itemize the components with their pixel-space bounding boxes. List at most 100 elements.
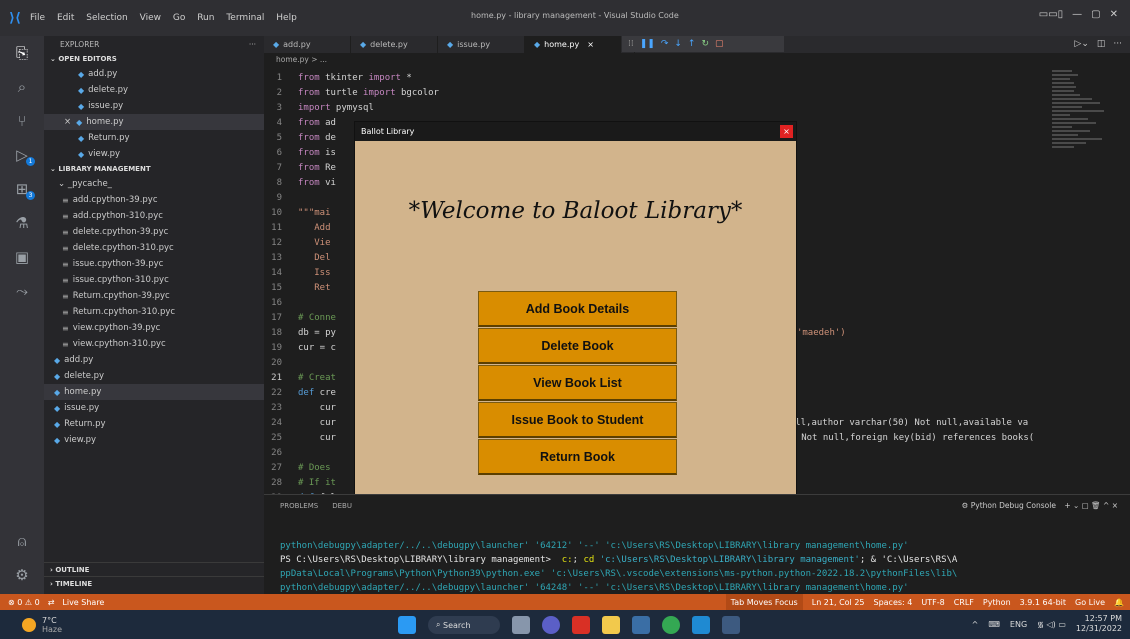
menu-edit[interactable]: Edit bbox=[57, 13, 74, 23]
close-editor-icon[interactable]: × bbox=[64, 117, 71, 127]
dialog-close-button[interactable]: × bbox=[780, 125, 793, 138]
add-book-details-button[interactable]: Add Book Details bbox=[478, 291, 677, 327]
split-editor-icon[interactable]: ◫ bbox=[1097, 39, 1106, 49]
task-view-icon[interactable] bbox=[512, 616, 530, 634]
chevron-up-icon[interactable]: ^ bbox=[972, 620, 979, 629]
pyc-file-item[interactable]: ≡ view.cpython-39.pyc bbox=[44, 320, 264, 336]
language-mode[interactable]: Python bbox=[983, 598, 1011, 607]
settings-gear-icon[interactable]: ⚙ bbox=[0, 558, 44, 592]
tab-add[interactable]: ◆ add.py bbox=[264, 36, 351, 53]
issue-book-button[interactable]: Issue Book to Student bbox=[478, 402, 677, 438]
open-editor-item-active[interactable]: × ◆ home.py bbox=[44, 114, 264, 130]
tab-delete[interactable]: ◆ delete.py bbox=[351, 36, 438, 53]
keyboard-icon[interactable]: ⌨ bbox=[988, 620, 1000, 629]
pyc-file-item[interactable]: ≡ Return.cpython-39.pyc bbox=[44, 288, 264, 304]
cursor-position[interactable]: Ln 21, Col 25 bbox=[812, 598, 865, 607]
project-file-item[interactable]: ◆ delete.py bbox=[44, 368, 264, 384]
step-into-icon[interactable]: ↓ bbox=[674, 39, 682, 49]
vscode-taskbar-icon[interactable] bbox=[692, 616, 710, 634]
weather-widget[interactable]: 7°C Haze bbox=[22, 616, 62, 634]
restart-icon[interactable]: ↻ bbox=[701, 39, 709, 49]
live-share-status[interactable]: Live Share bbox=[62, 598, 104, 607]
more-actions-icon[interactable]: ··· bbox=[1113, 39, 1122, 49]
python-interpreter[interactable]: 3.9.1 64-bit bbox=[1020, 598, 1066, 607]
line-endings[interactable]: CRLF bbox=[954, 598, 974, 607]
project-file-item-active[interactable]: ◆ home.py bbox=[44, 384, 264, 400]
outline-section[interactable]: › OUTLINE bbox=[44, 562, 264, 576]
menu-file[interactable]: File bbox=[30, 13, 45, 23]
layout-icon[interactable]: ▭▭▯ bbox=[1039, 9, 1063, 20]
open-editor-item[interactable]: ◆ issue.py bbox=[44, 98, 264, 114]
notifications-icon[interactable]: 🔔 bbox=[1114, 598, 1124, 607]
chrome-icon[interactable] bbox=[662, 616, 680, 634]
terminal-output[interactable]: python\debugpy\adapter/../..\debugpy\lau… bbox=[280, 525, 1100, 595]
open-editor-item[interactable]: ◆ delete.py bbox=[44, 82, 264, 98]
remote-explorer-icon[interactable]: ▣ bbox=[0, 240, 44, 274]
acrobat-icon[interactable] bbox=[572, 616, 590, 634]
file-explorer-icon[interactable] bbox=[602, 616, 620, 634]
taskbar-search[interactable]: ⌕ Search bbox=[428, 616, 500, 634]
project-file-item[interactable]: ◆ view.py bbox=[44, 432, 264, 448]
step-out-icon[interactable]: ↑ bbox=[688, 39, 696, 49]
return-book-button[interactable]: Return Book bbox=[478, 439, 677, 475]
live-share-icon[interactable]: ⤳ bbox=[0, 274, 44, 308]
wifi-volume-battery-icons[interactable]: ᯾ ◁) ▭ bbox=[1037, 619, 1066, 630]
explorer-more-icon[interactable]: ··· bbox=[249, 40, 256, 49]
run-file-icon[interactable]: ▷⌄ bbox=[1074, 39, 1088, 49]
share-icon[interactable]: ⇄ bbox=[48, 598, 55, 607]
testing-icon[interactable]: ⚗ bbox=[0, 206, 44, 240]
source-control-icon[interactable]: ⑂ bbox=[0, 104, 44, 138]
open-editor-item[interactable]: ◆ Return.py bbox=[44, 130, 264, 146]
account-icon[interactable]: ⍝ bbox=[0, 524, 44, 558]
project-file-item[interactable]: ◆ Return.py bbox=[44, 416, 264, 432]
pyc-file-item[interactable]: ≡ delete.cpython-310.pyc bbox=[44, 240, 264, 256]
project-file-item[interactable]: ◆ issue.py bbox=[44, 400, 264, 416]
photos-icon[interactable] bbox=[632, 616, 650, 634]
run-debug-icon[interactable]: ▷ 1 bbox=[0, 138, 44, 172]
breadcrumb[interactable]: home.py > ... bbox=[264, 53, 1130, 66]
pyc-file-item[interactable]: ≡ view.cpython-310.pyc bbox=[44, 336, 264, 352]
windows-start-icon[interactable] bbox=[398, 616, 416, 634]
menu-terminal[interactable]: Terminal bbox=[226, 13, 264, 23]
folder-pycache[interactable]: ⌄ _pycache_ bbox=[44, 176, 264, 192]
pyc-file-item[interactable]: ≡ issue.cpython-310.pyc bbox=[44, 272, 264, 288]
extensions-icon[interactable]: ⊞ 3 bbox=[0, 172, 44, 206]
tab-issue[interactable]: ◆ issue.py bbox=[438, 36, 525, 53]
dialog-title-bar[interactable]: Ballot Library × bbox=[355, 122, 796, 141]
encoding[interactable]: UTF-8 bbox=[921, 598, 944, 607]
tab-debug-console[interactable]: DEBU bbox=[332, 502, 352, 510]
pause-icon[interactable]: ❚❚ bbox=[640, 39, 655, 49]
python-app-icon[interactable] bbox=[722, 616, 740, 634]
tab-problems[interactable]: PROBLEMS bbox=[280, 502, 318, 510]
stop-icon[interactable]: ▢ bbox=[715, 39, 724, 49]
terminal-title[interactable]: Python Debug Console bbox=[971, 501, 1056, 510]
project-section[interactable]: ⌄ LIBRARY MANAGEMENT bbox=[44, 162, 264, 176]
project-file-item[interactable]: ◆ add.py bbox=[44, 352, 264, 368]
pyc-file-item[interactable]: ≡ issue.cpython-39.pyc bbox=[44, 256, 264, 272]
pyc-file-item[interactable]: ≡ Return.cpython-310.pyc bbox=[44, 304, 264, 320]
drag-handle-icon[interactable]: ⁞⁞ bbox=[628, 39, 634, 49]
pyc-file-item[interactable]: ≡ add.cpython-39.pyc bbox=[44, 192, 264, 208]
open-editor-item[interactable]: ◆ view.py bbox=[44, 146, 264, 162]
tab-home[interactable]: ◆ home.py × bbox=[525, 36, 621, 53]
pyc-file-item[interactable]: ≡ add.cpython-310.pyc bbox=[44, 208, 264, 224]
open-editor-item[interactable]: ◆ add.py bbox=[44, 66, 264, 82]
minimap[interactable] bbox=[1052, 70, 1112, 220]
restore-icon[interactable]: ▢ bbox=[1091, 9, 1100, 20]
step-over-icon[interactable]: ↷ bbox=[661, 39, 669, 49]
menu-go[interactable]: Go bbox=[173, 13, 185, 23]
close-window-icon[interactable]: ✕ bbox=[1110, 9, 1118, 20]
menu-help[interactable]: Help bbox=[276, 13, 297, 23]
close-tab-icon[interactable]: × bbox=[587, 40, 594, 49]
indentation[interactable]: Spaces: 4 bbox=[874, 598, 913, 607]
open-editors-section[interactable]: ⌄ OPEN EDITORS bbox=[44, 52, 264, 66]
language-indicator[interactable]: ENG bbox=[1010, 620, 1027, 629]
clock[interactable]: 12:57 PM 12/31/2022 bbox=[1076, 614, 1122, 634]
explorer-icon[interactable]: ⎘ bbox=[0, 36, 44, 70]
go-live[interactable]: Go Live bbox=[1075, 598, 1105, 607]
menu-view[interactable]: View bbox=[140, 13, 161, 23]
pyc-file-item[interactable]: ≡ delete.cpython-39.pyc bbox=[44, 224, 264, 240]
menu-run[interactable]: Run bbox=[197, 13, 214, 23]
chat-icon[interactable] bbox=[542, 616, 560, 634]
problems-count[interactable]: ⊗ 0 ⚠ 0 bbox=[8, 598, 40, 607]
